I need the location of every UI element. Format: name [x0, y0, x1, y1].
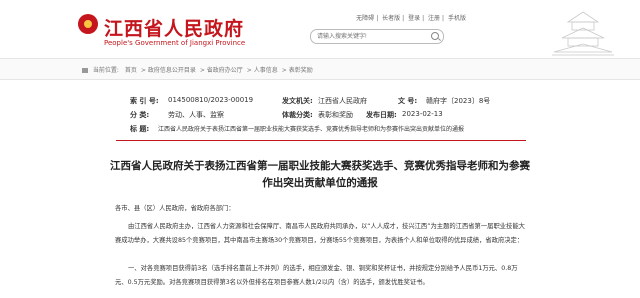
breadcrumb-label: 当前位置: — [92, 67, 119, 74]
site-name-cn[interactable]: 江西省人民政府 — [104, 14, 244, 41]
index-label: 索 引 号: — [130, 97, 159, 105]
search-icon[interactable] — [431, 32, 439, 40]
article-paragraph: 一、对各竞赛项目获得前3名（选手排名靠前上不并列）的选手，相应颁发金、银、铜奖和… — [115, 265, 518, 286]
divider — [116, 140, 526, 141]
breadcrumb-bar: 当前位置: 首页 > 政府信息公开目录 > 省政府办公厅 > 人事信息 > 表彰奖励 — [0, 58, 640, 80]
search-box — [310, 29, 444, 44]
category-label: 分 类: — [130, 111, 150, 119]
genre-label: 体裁分类: — [282, 111, 313, 119]
title-label: 标 题: — [130, 125, 150, 133]
link-senior-mode[interactable]: 长者版 — [382, 15, 400, 22]
breadcrumb-personnel-info[interactable]: 人事信息 — [254, 67, 278, 74]
tengwang-pavilion-illustration — [552, 11, 614, 56]
site-header: 江西省人民政府 People's Government of Jiangxi P… — [0, 0, 640, 58]
top-links: 无障碍 | 长者版 | 登录 | 注册 | 手机版 — [356, 15, 466, 22]
site-name-en: People's Government of Jiangxi Province — [104, 39, 246, 47]
date-value: 2023-02-13 — [402, 110, 443, 118]
docno-label: 文 号: — [398, 97, 418, 105]
link-login[interactable]: 登录 — [408, 15, 420, 22]
link-register[interactable]: 注册 — [428, 15, 440, 22]
category-value: 劳动、人事、监察 — [168, 111, 224, 119]
issuer-value: 江西省人民政府 — [318, 97, 367, 105]
breadcrumb-general-office[interactable]: 省政府办公厅 — [207, 67, 243, 74]
article-title-line: 作出突出贡献单位的通报 — [262, 177, 378, 189]
search-input[interactable] — [317, 30, 425, 43]
meta-row: 索 引 号: 014500810/2023-00019 发文机关: 江西省人民政… — [116, 96, 526, 108]
docno-value: 赣府字〔2023〕8号 — [426, 97, 491, 105]
issuer-label: 发文机关: — [282, 97, 313, 105]
date-label: 发布日期: — [366, 111, 397, 119]
breadcrumb-disclosure-catalog[interactable]: 政府信息公开目录 — [148, 67, 196, 74]
national-emblem-icon — [78, 14, 98, 34]
index-value: 014500810/2023-00019 — [168, 96, 254, 104]
location-icon — [82, 68, 88, 73]
link-mobile[interactable]: 手机版 — [448, 15, 466, 22]
link-accessibility[interactable]: 无障碍 — [356, 15, 374, 22]
document-metadata: 索 引 号: 014500810/2023-00019 发文机关: 江西省人民政… — [116, 92, 526, 138]
article-title-line: 江西省人民政府关于表扬江西省第一届职业技能大赛获奖选手、竞赛优秀指导老师和为参赛 — [110, 160, 530, 172]
title-value: 江西省人民政府关于表扬江西省第一届职业技能大赛获奖选手、竞赛优秀指导老师和为参赛… — [158, 126, 465, 133]
breadcrumb: 当前位置: 首页 > 政府信息公开目录 > 省政府办公厅 > 人事信息 > 表彰奖励 — [82, 65, 317, 74]
salutation: 各市、县（区）人民政府，省政府各部门： — [115, 205, 235, 212]
meta-row: 标 题: 江西省人民政府关于表扬江西省第一届职业技能大赛获奖选手、竞赛优秀指导老… — [116, 124, 526, 136]
genre-value: 表彰和奖励 — [318, 111, 353, 119]
article-title: 江西省人民政府关于表扬江西省第一届职业技能大赛获奖选手、竞赛优秀指导老师和为参赛… — [80, 158, 560, 192]
breadcrumb-home[interactable]: 首页 — [125, 67, 137, 74]
meta-row: 分 类: 劳动、人事、监察 体裁分类: 表彰和奖励 发布日期: 2023-02-… — [116, 110, 526, 122]
breadcrumb-commendations[interactable]: 表彰奖励 — [289, 67, 313, 74]
article-paragraph: 由江西省人民政府主办，江西省人力资源和社会保障厅、南昌市人民政府共同承办，以“人… — [115, 223, 525, 244]
